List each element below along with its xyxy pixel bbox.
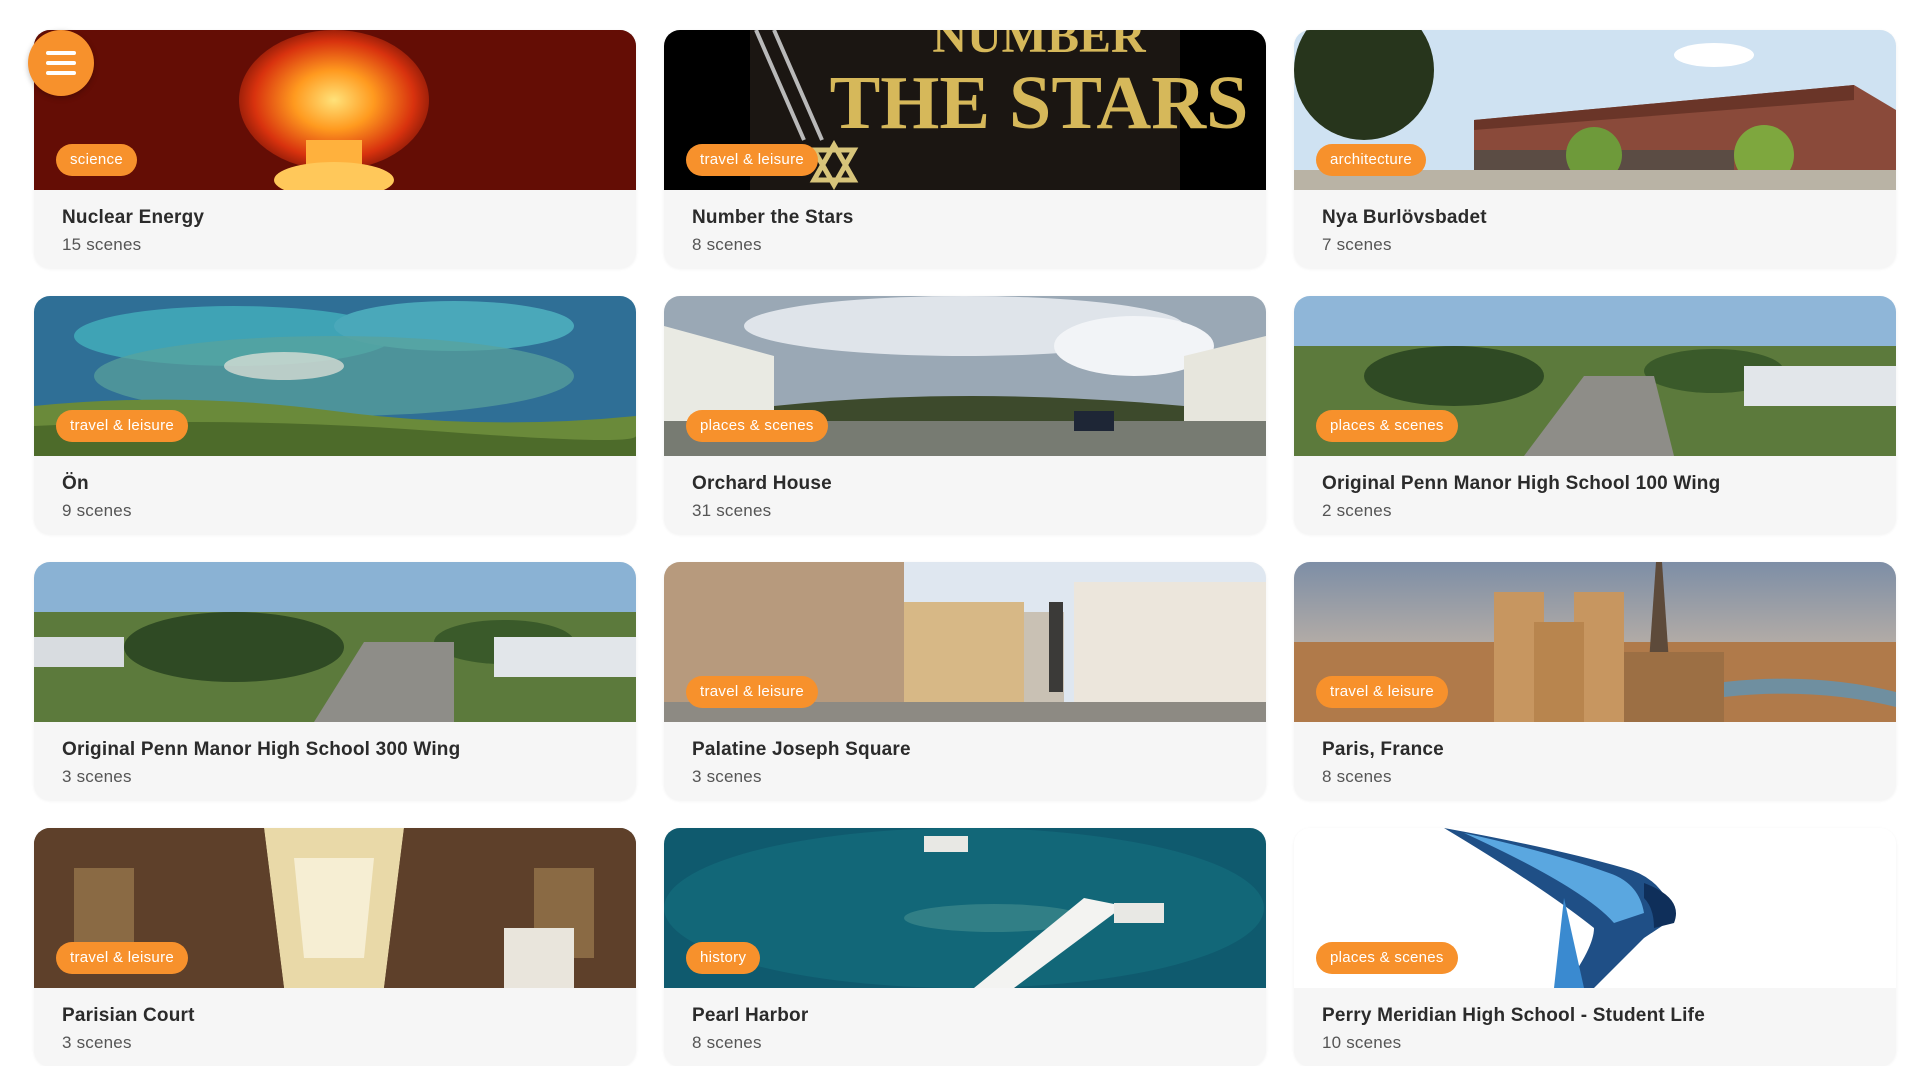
scene-count: 2 scenes <box>1322 501 1392 520</box>
tour-card-perry-meridian[interactable]: places & scenes Perry Meridian High Scho… <box>1294 828 1896 1066</box>
scene-count: 3 scenes <box>62 1033 132 1052</box>
category-tag: places & scenes <box>1316 410 1458 442</box>
category-tag: places & scenes <box>1316 942 1458 974</box>
tour-title: Original Penn Manor High School 100 Wing <box>1322 473 1721 494</box>
scene-count: 8 scenes <box>692 1033 762 1052</box>
category-tag: history <box>686 942 761 974</box>
tour-thumbnail: travel & leisure <box>34 296 636 456</box>
scene-count: 8 scenes <box>692 235 762 254</box>
menu-button[interactable] <box>28 30 94 96</box>
tour-title: Ön <box>62 473 89 494</box>
tour-card-palatine-joseph-square[interactable]: travel & leisure Palatine Joseph Square … <box>664 562 1266 800</box>
tour-card-number-the-stars[interactable]: NUMBER THE STARS travel & leisure Number… <box>664 30 1266 268</box>
tour-thumbnail: history <box>664 828 1266 988</box>
tour-thumbnail: science <box>34 30 636 190</box>
hamburger-menu-icon <box>46 51 76 75</box>
category-tag: travel & leisure <box>1316 676 1449 708</box>
scene-count: 9 scenes <box>62 501 132 520</box>
tour-title: Parisian Court <box>62 1005 195 1026</box>
tour-thumbnail <box>34 562 636 722</box>
tour-thumbnail: NUMBER THE STARS travel & leisure <box>664 30 1266 190</box>
tour-title: Original Penn Manor High School 300 Wing <box>62 739 461 760</box>
cover-text-line-1: NUMBER <box>932 30 1147 63</box>
tour-title: Number the Stars <box>692 207 854 228</box>
tour-thumbnail: travel & leisure <box>1294 562 1896 722</box>
tour-title: Palatine Joseph Square <box>692 739 911 760</box>
tour-card-on[interactable]: travel & leisure Ön 9 scenes <box>34 296 636 534</box>
category-tag: travel & leisure <box>686 676 819 708</box>
tour-thumbnail: travel & leisure <box>34 828 636 988</box>
scene-count: 3 scenes <box>692 767 762 786</box>
scene-count: 15 scenes <box>62 235 142 254</box>
tour-thumbnail: places & scenes <box>1294 828 1896 988</box>
category-tag: science <box>56 144 137 176</box>
tour-card-nya-burlovsbadet[interactable]: architecture Nya Burlövsbadet 7 scenes <box>1294 30 1896 268</box>
category-tag: travel & leisure <box>56 942 189 974</box>
tour-title: Pearl Harbor <box>692 1005 809 1026</box>
tour-card-orchard-house[interactable]: places & scenes Orchard House 31 scenes <box>664 296 1266 534</box>
category-tag: architecture <box>1316 144 1426 176</box>
tour-thumbnail: places & scenes <box>1294 296 1896 456</box>
category-tag: places & scenes <box>686 410 828 442</box>
category-tag: travel & leisure <box>686 144 819 176</box>
scene-count: 31 scenes <box>692 501 772 520</box>
scene-count: 10 scenes <box>1322 1033 1402 1052</box>
tour-title: Orchard House <box>692 473 832 494</box>
tour-title: Nuclear Energy <box>62 207 205 228</box>
scene-count: 8 scenes <box>1322 767 1392 786</box>
tour-card-penn-manor-100-wing[interactable]: places & scenes Original Penn Manor High… <box>1294 296 1896 534</box>
tour-card-paris-france[interactable]: travel & leisure Paris, France 8 scenes <box>1294 562 1896 800</box>
tour-thumbnail: travel & leisure <box>664 562 1266 722</box>
tour-card-parisian-court[interactable]: travel & leisure Parisian Court 3 scenes <box>34 828 636 1066</box>
cover-text-line-2: THE STARS <box>830 61 1249 145</box>
scene-count: 3 scenes <box>62 767 132 786</box>
tour-title: Perry Meridian High School - Student Lif… <box>1322 1005 1705 1026</box>
tour-grid: science Nuclear Energy 15 scenes NUMBER … <box>34 30 1896 1066</box>
tour-card-nuclear-energy[interactable]: science Nuclear Energy 15 scenes <box>34 30 636 268</box>
tour-card-pearl-harbor[interactable]: history Pearl Harbor 8 scenes <box>664 828 1266 1066</box>
scene-count: 7 scenes <box>1322 235 1392 254</box>
tour-thumbnail: architecture <box>1294 30 1896 190</box>
tour-title: Paris, France <box>1322 739 1444 760</box>
tour-title: Nya Burlövsbadet <box>1322 207 1487 228</box>
tour-card-penn-manor-300-wing[interactable]: Original Penn Manor High School 300 Wing… <box>34 562 636 800</box>
category-tag: travel & leisure <box>56 410 189 442</box>
tour-thumbnail: places & scenes <box>664 296 1266 456</box>
